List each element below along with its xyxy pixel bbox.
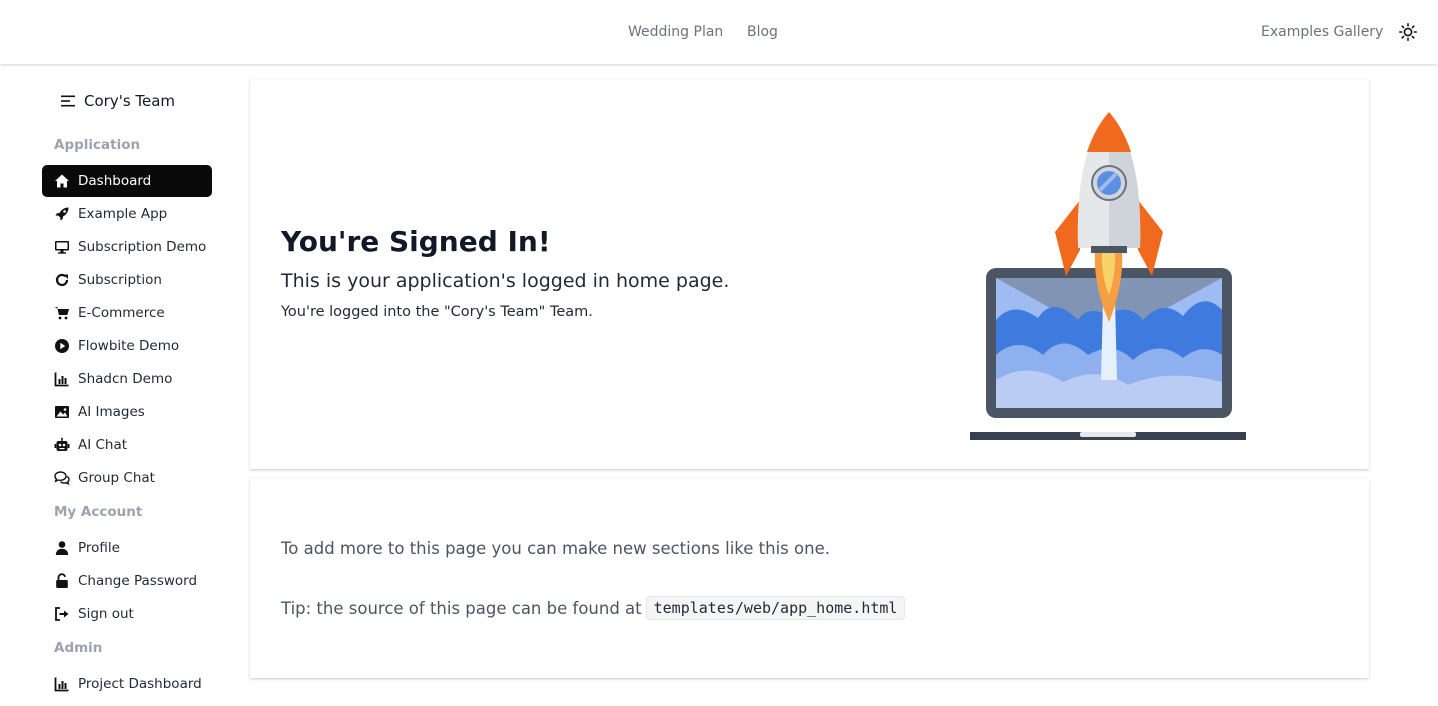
sidebar-item-label: Subscription xyxy=(78,272,162,288)
sidebar-item-profile[interactable]: Profile xyxy=(42,532,212,564)
user-icon xyxy=(54,540,70,556)
sidebar-item-label: Project Dashboard xyxy=(78,676,202,692)
sidebar-item-label: AI Images xyxy=(78,404,145,420)
sidebar-item-dashboard[interactable]: Dashboard xyxy=(42,165,212,197)
sidebar-item-flowbite-demo[interactable]: Flowbite Demo xyxy=(42,330,212,362)
sidebar-item-e-commerce[interactable]: E-Commerce xyxy=(42,297,212,329)
menu-icon xyxy=(61,95,75,107)
page-title: You're Signed In! xyxy=(281,225,551,258)
unlock-icon xyxy=(54,573,70,589)
hero-card: You're Signed In! This is your applicati… xyxy=(250,80,1369,469)
sidebar-item-sign-out[interactable]: Sign out xyxy=(42,598,212,630)
image-icon xyxy=(54,404,70,420)
section-title-admin: Admin xyxy=(54,640,103,656)
team-status-text: You're logged into the "Cory's Team" Tea… xyxy=(281,304,593,320)
sidebar: Cory's Team Application Dashboard Exampl… xyxy=(0,64,230,706)
sidebar-item-label: E-Commerce xyxy=(78,305,165,321)
nav-link-wedding-plan[interactable]: Wedding Plan xyxy=(628,22,723,42)
sidebar-item-subscription[interactable]: Subscription xyxy=(42,264,212,296)
refresh-icon xyxy=(54,272,70,288)
sidebar-item-ai-images[interactable]: AI Images xyxy=(42,396,212,428)
theme-toggle-button[interactable] xyxy=(1398,22,1418,42)
tip-prefix: Tip: the source of this page can be foun… xyxy=(281,598,642,618)
sun-icon xyxy=(1398,22,1418,42)
home-icon xyxy=(54,173,70,189)
bar-chart-icon xyxy=(54,676,70,692)
section-title-my-account: My Account xyxy=(54,504,143,520)
template-path-code: templates/web/app_home.html xyxy=(645,596,906,620)
robot-icon xyxy=(54,437,70,453)
chat-icon xyxy=(54,470,70,486)
monitor-icon xyxy=(54,239,70,255)
sidebar-item-label: Subscription Demo xyxy=(78,239,207,255)
top-navbar: Wedding Plan Blog Examples Gallery xyxy=(0,0,1438,64)
sidebar-item-subscription-demo[interactable]: Subscription Demo xyxy=(42,231,212,263)
tip-text: Tip: the source of this page can be foun… xyxy=(281,596,906,620)
sidebar-item-label: Flowbite Demo xyxy=(78,338,180,354)
team-switcher[interactable]: Cory's Team xyxy=(60,90,175,112)
nav-link-examples-gallery[interactable]: Examples Gallery xyxy=(1261,22,1383,42)
nav-link-blog[interactable]: Blog xyxy=(747,22,778,42)
rocket-laptop-illustration xyxy=(970,112,1246,440)
sidebar-item-label: Sign out xyxy=(78,606,134,622)
sidebar-item-label: Change Password xyxy=(78,573,198,589)
sidebar-item-label: Dashboard xyxy=(78,173,152,189)
team-name: Cory's Team xyxy=(84,92,176,110)
section-description: To add more to this page you can make ne… xyxy=(281,539,830,558)
cart-icon xyxy=(54,305,70,321)
sidebar-item-change-password[interactable]: Change Password xyxy=(42,565,212,597)
sidebar-item-label: Profile xyxy=(78,540,120,556)
info-card: To add more to this page you can make ne… xyxy=(250,479,1369,678)
rocket-icon xyxy=(54,206,70,222)
sidebar-item-label: AI Chat xyxy=(78,437,128,453)
hero-subtitle: This is your application's logged in hom… xyxy=(281,270,730,292)
sidebar-item-example-app[interactable]: Example App xyxy=(42,198,212,230)
sidebar-item-group-chat[interactable]: Group Chat xyxy=(42,462,212,494)
sidebar-item-project-dashboard[interactable]: Project Dashboard xyxy=(42,668,212,700)
section-title-application: Application xyxy=(54,137,141,153)
play-icon xyxy=(54,338,70,354)
sidebar-item-label: Example App xyxy=(78,206,168,222)
sidebar-item-label: Shadcn Demo xyxy=(78,371,173,387)
sidebar-item-label: Group Chat xyxy=(78,470,155,486)
sidebar-item-ai-chat[interactable]: AI Chat xyxy=(42,429,212,461)
sign-out-icon xyxy=(54,606,70,622)
bar-chart-icon xyxy=(54,371,70,387)
sidebar-item-shadcn-demo[interactable]: Shadcn Demo xyxy=(42,363,212,395)
